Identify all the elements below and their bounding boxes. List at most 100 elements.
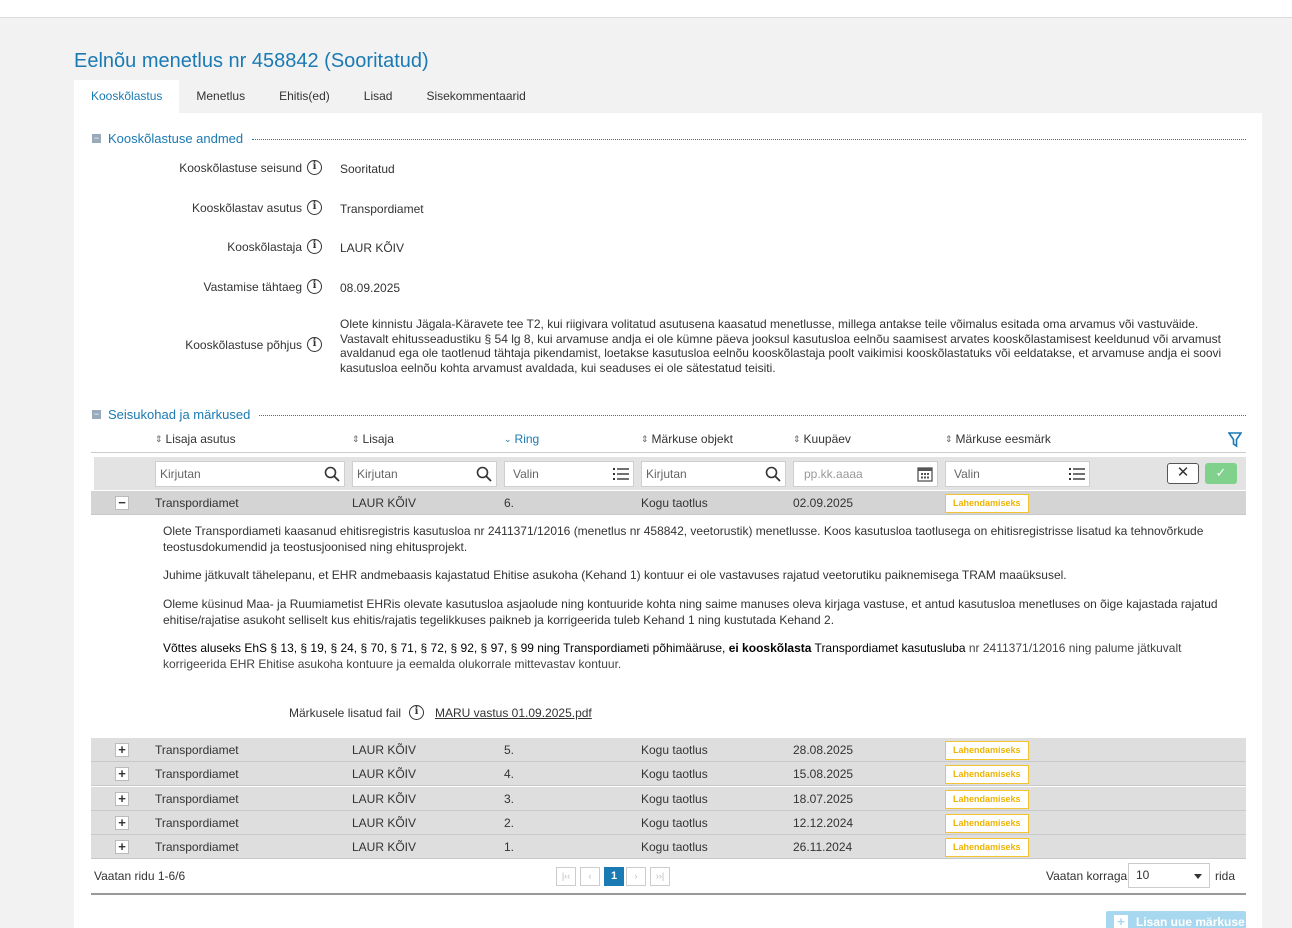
- expand-row-button[interactable]: +: [115, 743, 129, 757]
- field-label-kooskolastaja: Kooskõlastaja i: [227, 239, 322, 254]
- table-row[interactable]: − Transpordiamet LAUR KÕIV 6. Kogu taotl…: [91, 491, 1246, 515]
- info-icon[interactable]: i: [307, 200, 322, 215]
- cell-objekt: Kogu taotlus: [641, 767, 708, 781]
- field-label-tahtaeg: Vastamise tähtaeg i: [203, 279, 322, 294]
- info-icon[interactable]: i: [409, 705, 425, 720]
- status-badge: Lahendamiseks: [945, 741, 1029, 760]
- cell-lisaja: LAUR KÕIV: [352, 767, 417, 781]
- col-header-lisaja[interactable]: ⇕ Lisaja: [352, 432, 394, 446]
- filter-icon[interactable]: [1228, 432, 1242, 448]
- tab-lisad[interactable]: Lisad: [347, 80, 410, 113]
- field-label-pohjus: Kooskõlastuse põhjus i: [185, 337, 322, 352]
- section-title: Kooskõlastuse andmed: [108, 131, 244, 146]
- field-value-seisund: Sooritatud: [340, 162, 395, 176]
- detail-paragraph: Juhime jätkuvalt tähelepanu, et EHR andm…: [163, 568, 1067, 582]
- section-divider: [252, 139, 1246, 140]
- cell-objekt: Kogu taotlus: [641, 496, 708, 510]
- close-icon: ✕: [1176, 464, 1190, 481]
- section-kooskolastuse-andmed[interactable]: − Kooskõlastuse andmed: [92, 131, 243, 146]
- per-page-select[interactable]: 10: [1128, 863, 1210, 888]
- expand-row-button[interactable]: +: [115, 792, 129, 806]
- next-page-button[interactable]: ›: [626, 867, 646, 886]
- cell-kuupaev: 18.07.2025: [793, 792, 854, 806]
- info-icon[interactable]: i: [307, 160, 322, 175]
- collapse-icon[interactable]: −: [92, 410, 101, 419]
- page-title: Eelnõu menetlus nr 458842 (Sooritatud): [74, 50, 429, 72]
- cell-objekt: Kogu taotlus: [641, 840, 708, 854]
- status-badge: Lahendamiseks: [945, 790, 1029, 809]
- sort-desc-icon: ⌄: [504, 433, 512, 444]
- last-page-icon: ››|: [655, 871, 665, 881]
- tab-ehitised[interactable]: Ehitis(ed): [262, 80, 347, 113]
- table-row[interactable]: + Transpordiamet LAUR KÕIV 4. Kogu taotl…: [91, 762, 1246, 786]
- col-header-lisaja-asutus[interactable]: ⇕ Lisaja asutus: [155, 432, 236, 446]
- last-page-button[interactable]: ››|: [650, 867, 670, 886]
- filter-eesmark-select[interactable]: Valin: [945, 461, 1090, 487]
- clear-filter-button[interactable]: ✕: [1167, 463, 1199, 484]
- header-divider: [91, 452, 1246, 453]
- col-header-markuse-eesmark[interactable]: ⇕ Märkuse eesmärk: [945, 432, 1051, 446]
- cell-objekt: Kogu taotlus: [641, 792, 708, 806]
- cell-kuupaev: 28.08.2025: [793, 743, 854, 757]
- status-badge: Lahendamiseks: [945, 494, 1029, 513]
- page-button-current[interactable]: 1: [604, 867, 624, 886]
- first-page-button[interactable]: |‹‹: [556, 867, 576, 886]
- status-badge: Lahendamiseks: [945, 765, 1029, 784]
- filter-kuupaev-input[interactable]: pp.kk.aaaa: [793, 461, 938, 487]
- list-icon[interactable]: [613, 466, 629, 482]
- cell-asutus: Transpordiamet: [155, 792, 239, 806]
- field-value-pohjus: Olete kinnistu Jägala-Käravete tee T2, k…: [340, 317, 1222, 375]
- expand-row-button[interactable]: +: [115, 840, 129, 854]
- chevron-right-icon: ›: [634, 871, 638, 881]
- expand-row-button[interactable]: +: [115, 767, 129, 781]
- table-row[interactable]: + Transpordiamet LAUR KÕIV 3. Kogu taotl…: [91, 787, 1246, 811]
- collapse-row-button[interactable]: −: [115, 496, 129, 510]
- tab-kooskolastus[interactable]: Kooskõlastus: [74, 80, 180, 113]
- attachment-link[interactable]: MARU vastus 01.09.2025.pdf: [435, 706, 592, 720]
- cell-kuupaev: 02.09.2025: [793, 496, 854, 510]
- cell-ring: 1.: [504, 840, 515, 854]
- field-label-seisund: Kooskõlastuse seisund i: [179, 160, 322, 175]
- filter-ring-select[interactable]: Valin: [504, 461, 634, 487]
- calendar-icon[interactable]: [917, 466, 933, 482]
- prev-page-button[interactable]: ‹: [580, 867, 600, 886]
- search-icon[interactable]: [324, 466, 340, 482]
- filter-objekt-input[interactable]: Kirjutan: [641, 461, 786, 487]
- table-row[interactable]: + Transpordiamet LAUR KÕIV 5. Kogu taotl…: [91, 738, 1246, 762]
- rows-suffix: rida: [1215, 869, 1236, 883]
- sort-icon: ⇕: [155, 433, 163, 444]
- cell-lisaja: LAUR KÕIV: [352, 816, 417, 830]
- first-page-icon: |‹‹: [561, 871, 571, 881]
- cell-lisaja: LAUR KÕIV: [352, 496, 417, 510]
- section-seisukohad[interactable]: − Seisukohad ja märkused: [92, 407, 250, 422]
- list-icon[interactable]: [1069, 466, 1085, 482]
- search-icon[interactable]: [765, 466, 781, 482]
- info-icon[interactable]: i: [307, 239, 322, 254]
- col-header-ring[interactable]: ⌄ Ring: [504, 432, 539, 446]
- sort-icon: ⇕: [352, 433, 360, 444]
- search-icon[interactable]: [476, 466, 492, 482]
- detail-paragraph: Oleme küsinud Maa- ja Ruumiametist EHRis…: [163, 597, 1218, 627]
- table-row[interactable]: + Transpordiamet LAUR KÕIV 2. Kogu taotl…: [91, 811, 1246, 835]
- cell-ring: 3.: [504, 792, 515, 806]
- table-row[interactable]: + Transpordiamet LAUR KÕIV 1. Kogu taotl…: [91, 835, 1246, 859]
- filter-asutus-input[interactable]: Kirjutan: [155, 461, 345, 487]
- tab-sisekommentaarid[interactable]: Sisekommentaarid: [409, 80, 542, 113]
- tab-menetlus[interactable]: Menetlus: [179, 80, 262, 113]
- apply-filter-button[interactable]: ✓: [1205, 463, 1237, 484]
- filter-lisaja-input[interactable]: Kirjutan: [352, 461, 497, 487]
- add-remark-button[interactable]: + Lisan uue märkuse: [1106, 911, 1246, 928]
- col-header-markuse-objekt[interactable]: ⇕ Märkuse objekt: [641, 432, 733, 446]
- cell-asutus: Transpordiamet: [155, 496, 239, 510]
- cell-ring: 5.: [504, 743, 515, 757]
- expand-row-button[interactable]: +: [115, 816, 129, 830]
- field-value-asutus: Transpordiamet: [340, 202, 424, 216]
- info-icon[interactable]: i: [307, 337, 322, 352]
- field-value-tahtaeg: 08.09.2025: [340, 281, 401, 295]
- col-header-kuupaev[interactable]: ⇕ Kuupäev: [793, 432, 851, 446]
- collapse-icon[interactable]: −: [92, 134, 101, 143]
- chevron-down-icon: [1194, 874, 1202, 879]
- cell-ring: 4.: [504, 767, 515, 781]
- info-icon[interactable]: i: [307, 279, 322, 294]
- detail-paragraph: Olete Transpordiameti kaasanud ehitisreg…: [163, 524, 1204, 554]
